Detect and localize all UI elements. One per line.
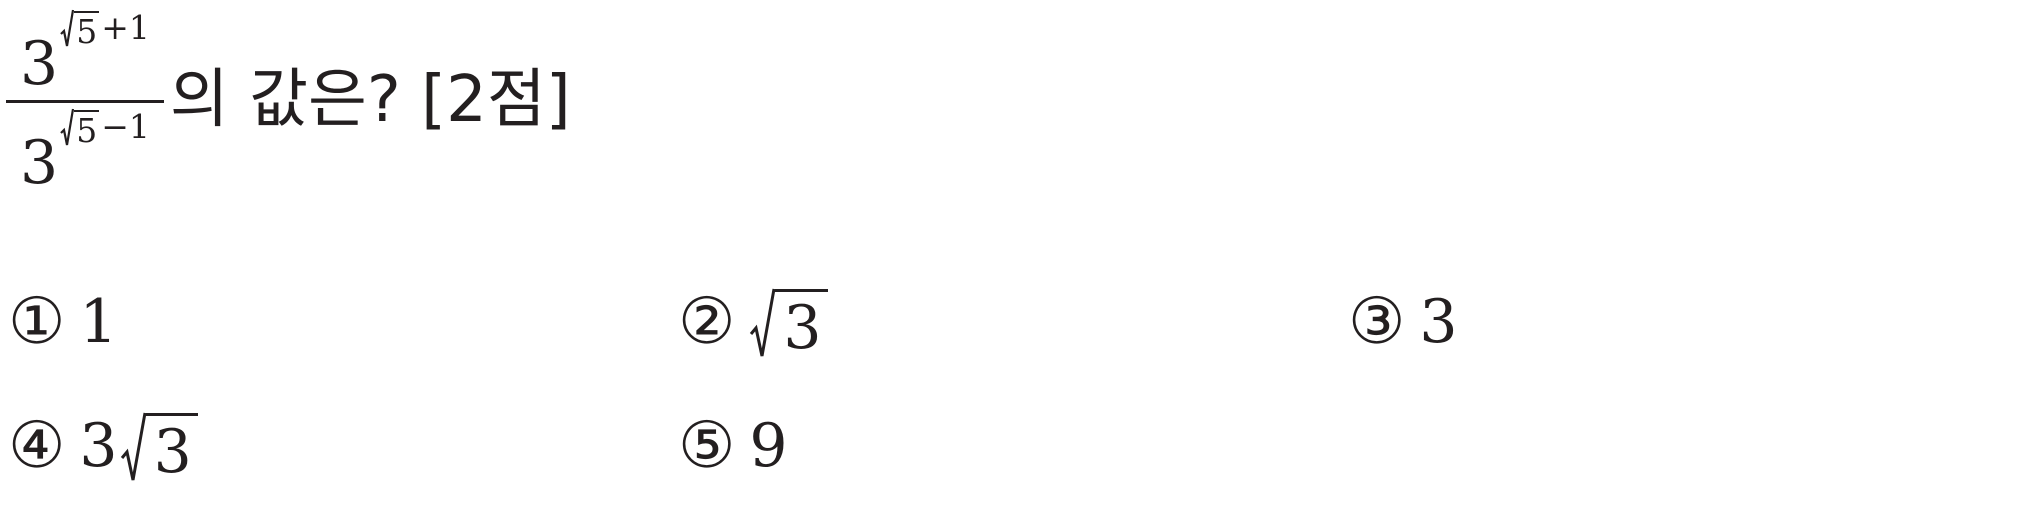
choice-4-sqrt: 3 <box>120 410 198 482</box>
choice-3[interactable]: ③ 3 <box>1348 282 1458 362</box>
choice-2-sqrt: 3 <box>749 286 828 358</box>
power-fraction: 3 5 +1 3 5 −1 <box>6 8 164 193</box>
denominator-exponent-radicand: 5 <box>74 109 100 150</box>
choice-2-radicand: 3 <box>775 289 828 358</box>
question: 3 5 +1 3 5 −1 의 값은? [2점] <box>6 8 571 193</box>
choice-2[interactable]: ② 3 <box>678 282 828 362</box>
choice-2-number: ② <box>678 285 736 359</box>
choice-2-value: 3 <box>749 286 828 358</box>
choice-4-radicand: 3 <box>145 413 198 482</box>
choice-5[interactable]: ⑤ 9 <box>678 406 788 486</box>
choice-3-number: ③ <box>1348 285 1406 359</box>
choice-1-number: ① <box>8 285 66 359</box>
choice-3-value: 3 <box>1419 287 1458 357</box>
denominator-exponent: 5 −1 <box>60 107 150 147</box>
numerator-base: 3 <box>20 28 59 99</box>
question-text: 의 값은? [2점] <box>169 63 571 137</box>
radical-sign-icon <box>60 108 75 145</box>
fraction-denominator: 3 5 −1 <box>6 103 164 193</box>
denominator-exponent-sqrt: 5 <box>60 107 100 150</box>
choice-4-number: ④ <box>8 409 66 483</box>
radical-sign-icon <box>60 9 75 46</box>
choice-5-number: ⑤ <box>678 409 736 483</box>
fraction-numerator: 3 5 +1 <box>6 8 164 100</box>
choice-1-value: 1 <box>79 287 118 357</box>
numerator-exponent-sqrt: 5 <box>60 8 100 51</box>
denominator-base: 3 <box>20 127 59 198</box>
numerator-exponent-op: +1 <box>101 8 150 47</box>
numerator-exponent: 5 +1 <box>60 8 150 48</box>
choice-5-value: 9 <box>749 411 788 481</box>
radical-sign-icon <box>750 288 776 357</box>
denominator-exponent-op: −1 <box>101 107 150 146</box>
choice-4-value: 3 3 <box>79 410 198 482</box>
numerator-exponent-radicand: 5 <box>74 10 100 51</box>
choice-4[interactable]: ④ 3 3 <box>8 406 198 486</box>
choice-1[interactable]: ① 1 <box>8 282 118 362</box>
choice-4-coefficient: 3 <box>79 411 118 481</box>
radical-sign-icon <box>120 412 146 481</box>
